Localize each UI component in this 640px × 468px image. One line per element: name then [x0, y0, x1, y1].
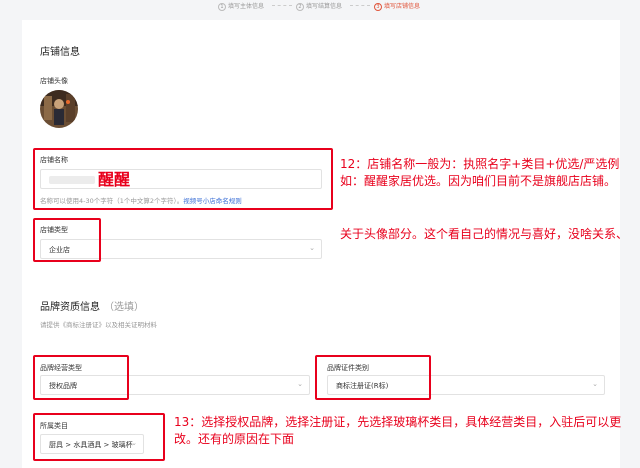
- annotation-box-category: [33, 413, 165, 461]
- chevron-down-icon: ⌄: [592, 380, 598, 388]
- step-3: 3 填写店铺信息: [374, 1, 420, 11]
- avatar-label: 店铺头像: [40, 77, 68, 85]
- step-2-label: 填写结算信息: [306, 3, 343, 10]
- brand-info-hint: 请提供《商标注册证》以及相关证明材料: [40, 321, 157, 329]
- step-3-label: 填写店铺信息: [384, 3, 421, 10]
- annotation-box-biz-type: [33, 355, 129, 400]
- step-divider: [272, 5, 292, 6]
- brand-info-title-text: 品牌资质信息: [40, 302, 100, 313]
- annotation-box-cert-type: [315, 355, 431, 400]
- step-divider: [350, 5, 370, 6]
- chevron-down-icon: ⌄: [309, 244, 315, 252]
- step-2-number: 2: [296, 2, 304, 11]
- step-1-number: 1: [218, 2, 226, 11]
- avatar[interactable]: [40, 90, 78, 128]
- annotation-box-shop-type: [33, 218, 101, 262]
- step-1: 1 填写主体信息: [218, 1, 264, 11]
- step-3-number: 3: [374, 2, 382, 11]
- chevron-down-icon: ⌄: [297, 380, 303, 388]
- brand-info-title: 品牌资质信息 （选填）: [40, 298, 144, 313]
- brand-info-optional: （选填）: [104, 302, 144, 313]
- step-2: 2 填写结算信息: [296, 1, 342, 11]
- step-1-label: 填写主体信息: [228, 3, 265, 10]
- annotation-note-12: 12：店铺名称一般为：执照名字+类目+优选/严选例如：醒醒家居优选。因为咱们目前…: [340, 157, 620, 188]
- annotation-note-avatar: 关于头像部分。这个看自己的情况与喜好，没啥关系、: [340, 227, 629, 241]
- annotation-box-shop-name: [33, 148, 333, 210]
- avatar-image: [40, 90, 78, 128]
- step-indicator: 1 填写主体信息 2 填写结算信息 3 填写店铺信息: [0, 0, 640, 12]
- annotation-note-13: 13：选择授权品牌，选择注册证，先选择玻璃杯类目，具体经营类目，入驻后可以更改。…: [174, 415, 622, 446]
- shop-info-title: 店铺信息: [40, 47, 80, 58]
